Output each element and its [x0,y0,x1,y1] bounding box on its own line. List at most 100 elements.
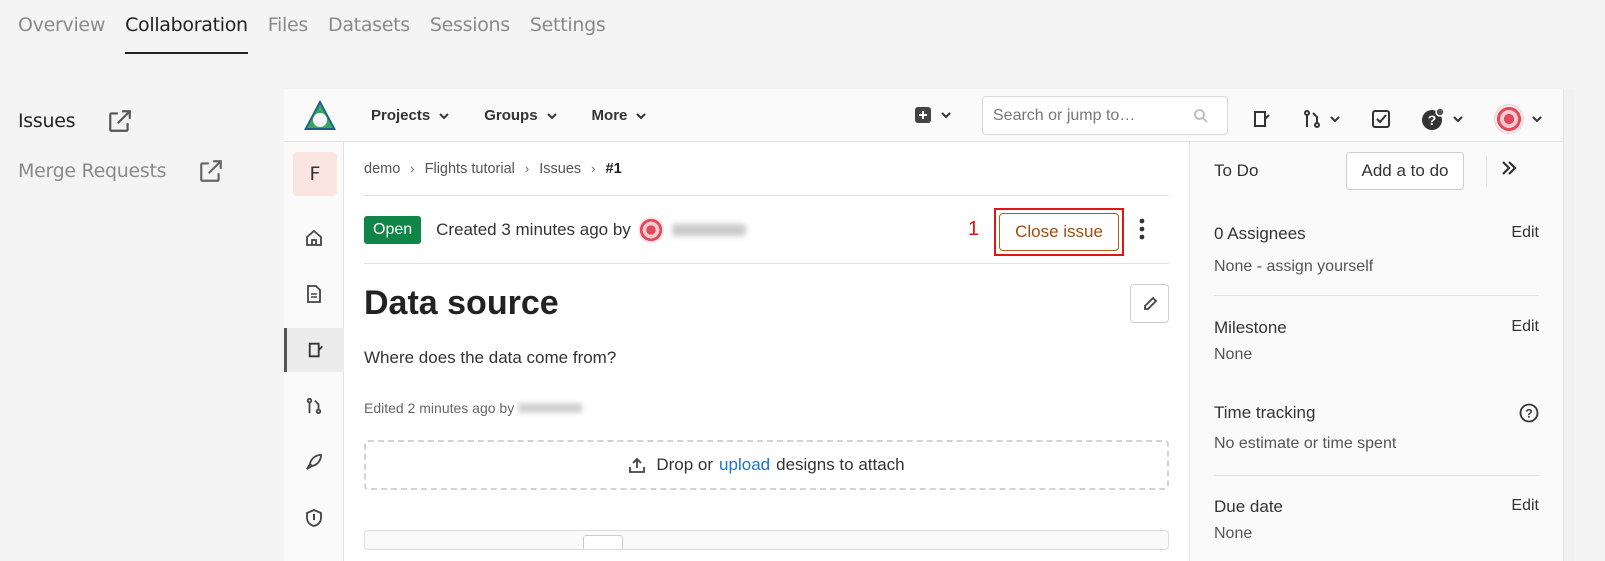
author-name-blurred[interactable] [671,223,746,236]
issues-shortcut[interactable] [1252,109,1272,129]
upload-icon [629,457,646,473]
rail-merge-requests[interactable] [284,384,344,428]
time-tracking-value: No estimate or time spent [1214,435,1397,452]
search-box [982,96,1228,135]
editor-name-blurred[interactable] [518,403,583,413]
tab-sessions[interactable]: Sessions [430,0,510,54]
external-link-icon[interactable] [198,158,224,184]
annotation-number: 1 [968,218,980,240]
nav-groups-label: Groups [484,107,538,124]
drop-prefix: Drop or [656,455,714,474]
breadcrumb-current[interactable]: #1 [606,161,622,177]
new-item-dropdown[interactable] [914,106,952,124]
page-title: Data source [364,284,559,322]
milestone-label: Milestone [1214,318,1287,337]
navbar-user-actions: ? [1252,104,1573,134]
collapse-sidebar-icon[interactable] [1500,159,1518,177]
divider [1486,156,1487,186]
close-issue-button[interactable]: Close issue [999,213,1119,251]
tab-collaboration[interactable]: Collaboration [125,0,248,54]
help-icon: ? [1422,107,1445,130]
svg-text:?: ? [1525,407,1532,421]
breadcrumb-issues[interactable]: Issues [539,161,581,177]
help-circle-icon[interactable]: ? [1519,403,1539,423]
chevron-down-icon [1453,116,1463,123]
gitlab-main-nav: Projects Groups More [371,89,647,142]
user-menu[interactable] [1494,104,1543,134]
tab-overview[interactable]: Overview [18,0,105,54]
shield-icon [306,509,322,527]
divider [1214,475,1539,476]
document-icon [307,285,321,303]
author-avatar[interactable] [637,216,664,243]
merge-request-icon [306,397,322,415]
help-dropdown[interactable]: ? [1421,107,1464,131]
rail-ci-cd[interactable] [284,440,344,484]
more-actions-icon[interactable] [1139,218,1145,240]
assignees-value[interactable]: None - assign yourself [1214,258,1539,276]
add-todo-button[interactable]: Add a to do [1346,152,1464,190]
rail-repository[interactable] [284,272,344,316]
related-items-box [364,530,1169,550]
nav-more[interactable]: More [592,107,648,124]
home-icon [306,229,322,246]
scrollbar[interactable] [1563,89,1574,561]
search-icon [1194,108,1208,123]
due-date-label: Due date [1214,497,1283,516]
breadcrumb-project[interactable]: Flights tutorial [425,161,515,177]
edited-text: Edited 2 minutes ago by [364,400,515,416]
assignees-label: 0 Assignees [1214,224,1306,243]
breadcrumb-demo[interactable]: demo [364,161,400,177]
sidebar-item-merge-requests[interactable]: Merge Requests [18,146,224,196]
tab-datasets[interactable]: Datasets [328,0,410,54]
plus-square-icon [915,107,931,123]
chevron-down-icon [1330,116,1340,123]
search-input[interactable] [993,106,1193,125]
project-rail: F [284,142,344,561]
todos-shortcut[interactable] [1371,109,1391,129]
sidebar-item-issues[interactable]: Issues [18,96,224,146]
chevron-right-icon: › [591,161,596,176]
tab-files[interactable]: Files [268,0,309,54]
created-text: Created 3 minutes ago by [436,219,631,239]
nav-groups[interactable]: Groups [484,107,557,124]
due-date-row: Due date Edit None [1214,497,1539,543]
todo-check-icon [1372,110,1390,128]
rail-security[interactable] [284,496,344,540]
edit-due-date-link[interactable]: Edit [1511,497,1539,515]
time-tracking-label: Time tracking [1214,403,1316,422]
nav-more-label: More [591,107,628,124]
issue-description: Where does the data come from? [364,348,617,367]
edit-milestone-link[interactable]: Edit [1511,318,1539,336]
todo-label: To Do [1214,161,1259,180]
issues-icon [1254,111,1270,127]
gitlab-frame: Projects Groups More Search or jump to… … [284,89,1574,561]
design-dropzone[interactable]: Drop or upload designs to attach [364,440,1169,490]
related-items-tab[interactable] [583,535,623,549]
chevron-down-icon [1532,116,1542,123]
chevron-down-icon [546,112,557,119]
edit-title-button[interactable] [1130,284,1169,323]
collaboration-sidebar: Issues Merge Requests [18,96,224,196]
tab-settings[interactable]: Settings [530,0,606,54]
nav-projects[interactable]: Projects [371,107,450,124]
milestone-value: None [1214,346,1253,363]
svg-text:?: ? [1428,112,1437,128]
external-link-icon[interactable] [107,108,133,134]
issues-icon [308,342,323,358]
status-badge: Open [364,215,422,244]
rail-issues[interactable] [284,328,344,372]
edit-assignees-link[interactable]: Edit [1511,224,1539,242]
assignees-row: 0 Assignees Edit None - assign yourself [1214,224,1539,276]
gitlab-navbar: Projects Groups More Search or jump to… … [284,89,1574,142]
upload-link[interactable]: upload [719,455,770,475]
sidebar-item-label: Issues [18,110,76,132]
time-tracking-row: Time tracking ? No estimate or time spen… [1214,403,1539,453]
issue-title-row: Data source [364,264,1169,348]
merge-requests-shortcut[interactable] [1302,109,1341,129]
chevron-down-icon [439,112,449,119]
merge-request-icon [1304,110,1320,128]
renku-logo[interactable] [302,98,338,134]
project-avatar[interactable]: F [293,152,337,196]
rail-home[interactable] [284,216,344,260]
